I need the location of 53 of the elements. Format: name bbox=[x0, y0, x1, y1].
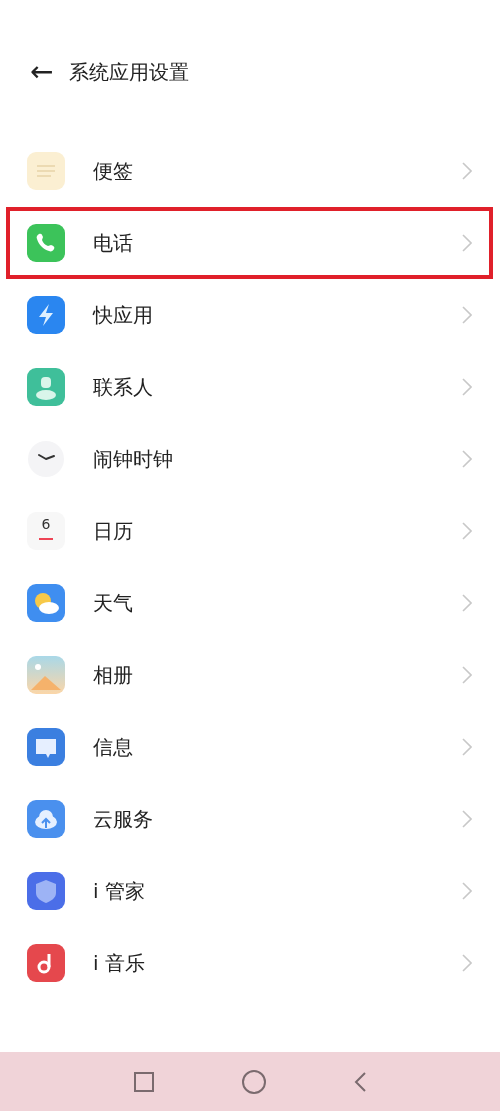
chevron-icon bbox=[462, 954, 472, 972]
row-label: 快应用 bbox=[93, 302, 154, 329]
settings-row[interactable]: 6 日历 bbox=[0, 495, 500, 567]
chevron-icon bbox=[462, 810, 472, 828]
chevron-icon bbox=[462, 450, 472, 468]
page-title: 系统应用设置 bbox=[69, 59, 190, 86]
row-label: 相册 bbox=[93, 662, 134, 689]
row-label: 便签 bbox=[93, 158, 134, 185]
clock-icon bbox=[27, 440, 65, 478]
music-note-icon bbox=[27, 944, 65, 982]
settings-row[interactable]: 联系人 bbox=[0, 351, 500, 423]
chevron-icon bbox=[462, 666, 472, 684]
calendar-day: 6 bbox=[27, 517, 65, 531]
settings-row[interactable]: 天气 bbox=[0, 567, 500, 639]
settings-row[interactable]: 闹钟时钟 bbox=[0, 423, 500, 495]
back-icon[interactable] bbox=[353, 1070, 367, 1093]
row-label: 电话 bbox=[93, 230, 134, 257]
row-label: 闹钟时钟 bbox=[93, 446, 174, 473]
lightning-icon bbox=[27, 296, 65, 334]
chevron-icon bbox=[462, 594, 472, 612]
cloud-upload-icon bbox=[27, 800, 65, 838]
settings-row[interactable]: 相册 bbox=[0, 639, 500, 711]
chat-bubble-icon bbox=[27, 728, 65, 766]
row-label: i 管家 bbox=[93, 878, 146, 905]
settings-row[interactable]: i 管家 bbox=[0, 855, 500, 927]
person-icon bbox=[27, 368, 65, 406]
recents-icon[interactable] bbox=[133, 1070, 155, 1093]
row-label: 日历 bbox=[93, 518, 134, 545]
settings-row[interactable]: 云服务 bbox=[0, 783, 500, 855]
row-label: 联系人 bbox=[93, 374, 154, 401]
chevron-icon bbox=[462, 306, 472, 324]
chevron-icon bbox=[462, 378, 472, 396]
chevron-icon bbox=[462, 522, 472, 540]
settings-row[interactable]: 电话 bbox=[0, 207, 500, 279]
settings-row[interactable]: 快应用 bbox=[0, 279, 500, 351]
row-label: 天气 bbox=[93, 590, 134, 617]
phone-icon bbox=[27, 224, 65, 262]
home-icon[interactable] bbox=[241, 1068, 267, 1095]
notepad-icon bbox=[27, 152, 65, 190]
chevron-icon bbox=[462, 738, 472, 756]
back-button[interactable]: ← bbox=[30, 58, 54, 86]
sun-cloud-icon bbox=[27, 584, 65, 622]
chevron-icon bbox=[462, 882, 472, 900]
row-label: i 音乐 bbox=[93, 950, 146, 977]
settings-row[interactable]: 便签 bbox=[0, 135, 500, 207]
settings-row[interactable]: 信息 bbox=[0, 711, 500, 783]
landscape-icon bbox=[27, 656, 65, 694]
chevron-icon bbox=[462, 234, 472, 252]
settings-row[interactable]: i 音乐 bbox=[0, 927, 500, 999]
chevron-icon bbox=[462, 162, 472, 180]
row-label: 信息 bbox=[93, 734, 134, 761]
shield-icon bbox=[27, 872, 65, 910]
row-label: 云服务 bbox=[93, 806, 154, 833]
